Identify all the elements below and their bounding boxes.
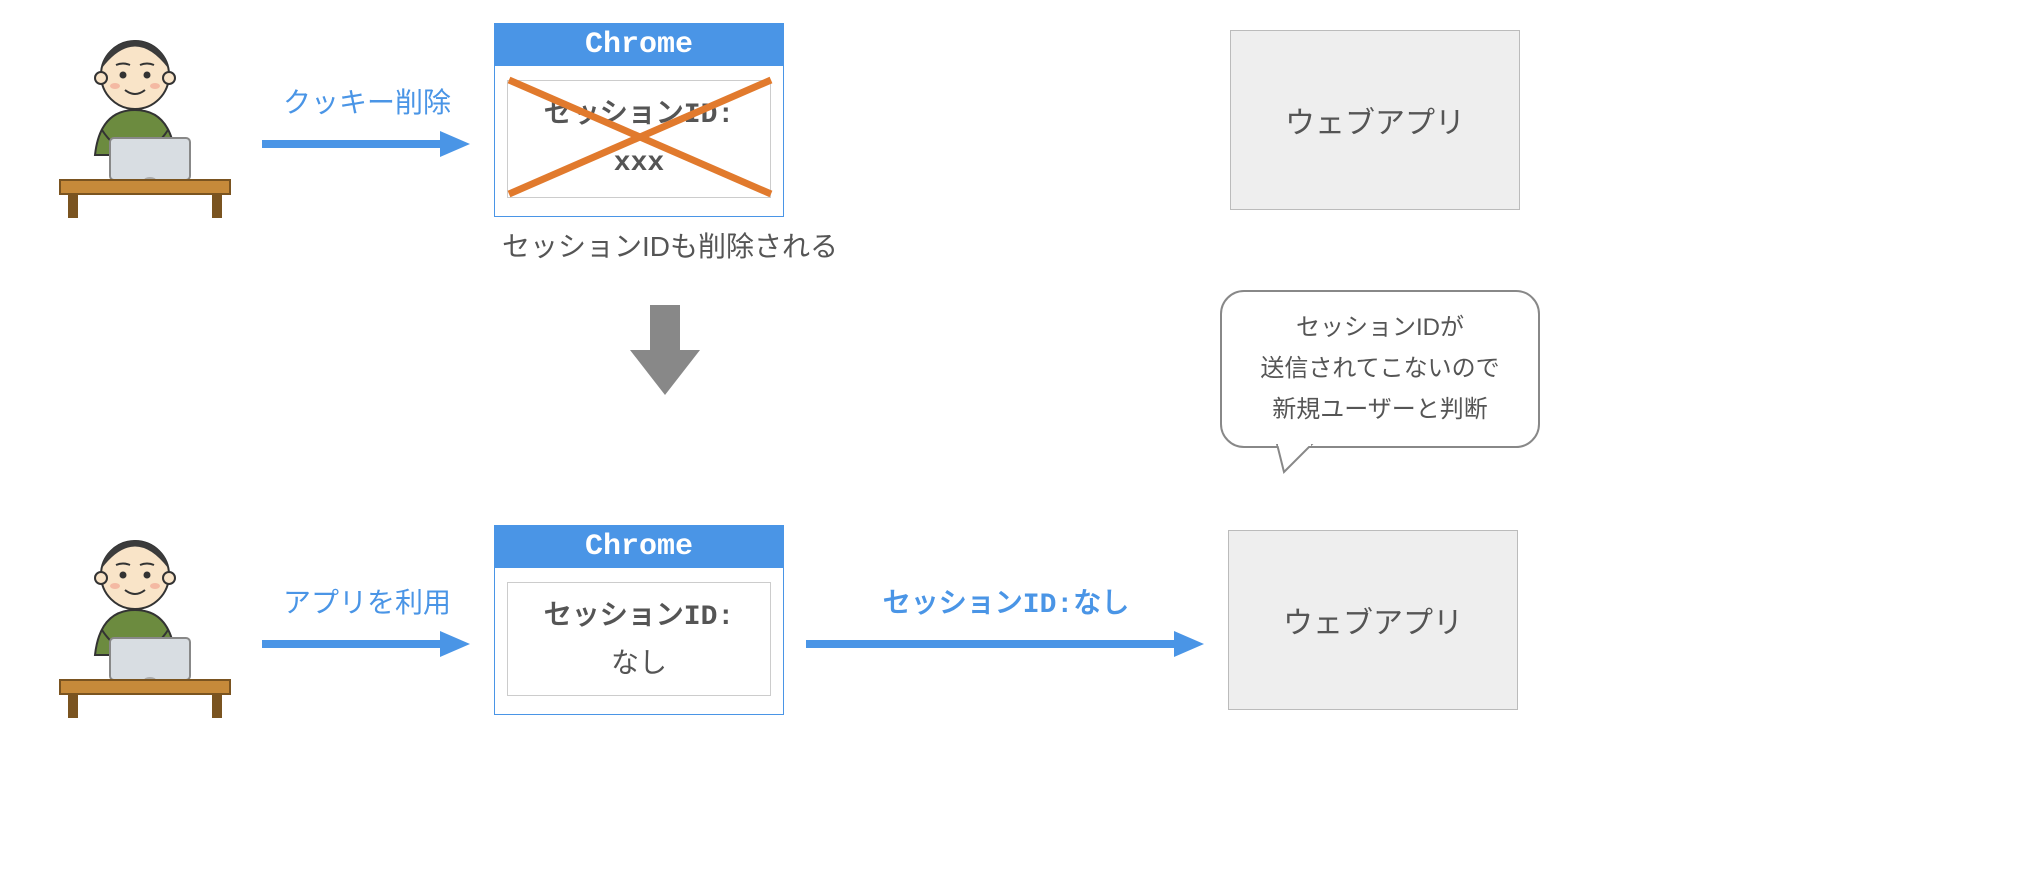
webapp-label: ウェブアプリ — [1283, 598, 1463, 642]
arrow-right-icon — [262, 629, 472, 659]
webapp-box: ウェブアプリ — [1228, 530, 1518, 710]
speech-line-1: セッションIDが — [1296, 314, 1464, 341]
down-arrow-icon — [620, 300, 710, 405]
browser-title: Chrome — [495, 526, 783, 568]
speech-bubble: セッションIDが 送信されてこないので 新規ユーザーと判断 — [1220, 290, 1540, 448]
speech-line-2: 送信されてこないので — [1260, 355, 1499, 382]
webapp-label: ウェブアプリ — [1285, 98, 1465, 142]
browser-box-crossed: Chrome セッションID: xxx — [494, 23, 784, 217]
session-id-box: セッションID: なし — [507, 582, 771, 697]
arrow-cookie-delete: クッキー削除 — [252, 81, 482, 159]
user-with-laptop-icon — [40, 20, 240, 220]
browser-box: Chrome セッションID: なし — [494, 525, 784, 716]
arrow-use-app: アプリを利用 — [252, 581, 482, 659]
session-label: セッションID: — [544, 602, 734, 633]
speech-line-3: 新規ユーザーと判断 — [1272, 396, 1488, 423]
session-value: なし — [611, 647, 667, 678]
webapp-box: ウェブアプリ — [1230, 30, 1520, 210]
user-with-laptop-icon — [40, 520, 240, 720]
arrow-session-none: セッションID:なし — [796, 581, 1216, 659]
cross-out-icon — [501, 72, 779, 202]
speech-tail-icon — [1272, 444, 1322, 474]
caption-session-deleted: セッションIDも削除される — [480, 225, 860, 265]
arrow-label: アプリを利用 — [283, 581, 451, 621]
arrow-label: クッキー削除 — [283, 81, 451, 121]
arrow-right-icon — [806, 629, 1206, 659]
browser-title: Chrome — [495, 24, 783, 66]
arrow-right-icon — [262, 129, 472, 159]
arrow-label: セッションID:なし — [883, 581, 1129, 621]
